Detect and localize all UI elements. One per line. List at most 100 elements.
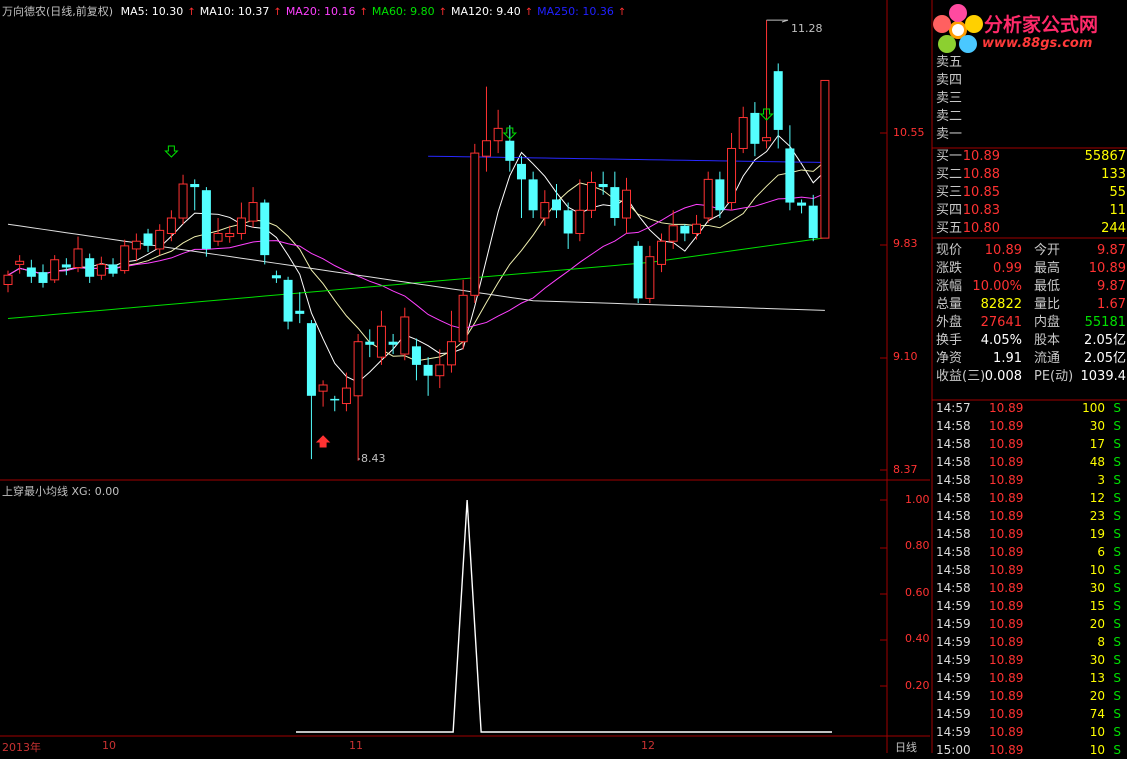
sell-row: 卖四: [933, 72, 1127, 90]
tick-side: S: [1113, 455, 1121, 469]
tick-volume: 30: [1089, 653, 1105, 667]
tick-volume: 19: [1089, 527, 1105, 541]
tick-price: 10.89: [989, 743, 1024, 757]
tick-time: 14:59: [936, 635, 971, 649]
tick-volume: 10: [1089, 743, 1105, 757]
candle-body: [633, 245, 643, 299]
tick-row: 14:58 10.89 30 S: [933, 417, 1127, 435]
quote-value: 82822: [980, 297, 1022, 312]
quote-value: 1.91: [993, 351, 1022, 366]
tick-price: 10.89: [989, 689, 1024, 703]
tick-time: 14:58: [936, 563, 971, 577]
candle-body: [785, 148, 795, 203]
tick-time: 14:58: [936, 419, 971, 433]
candle-body: [493, 127, 503, 142]
quote-label: 换手: [936, 333, 963, 348]
candle-body: [668, 225, 678, 242]
tick-volume: 13: [1089, 671, 1105, 685]
low-annotation: 8.43: [361, 452, 386, 465]
quote-value: 10.00%: [972, 279, 1022, 294]
candle-body: [762, 137, 772, 142]
tick-volume: 20: [1089, 689, 1105, 703]
ma120-line: [7, 223, 825, 311]
buy-row-label: 买五: [936, 221, 963, 236]
quote-label: 现价: [936, 243, 963, 258]
candle-body: [201, 190, 211, 249]
candle-body: [703, 178, 713, 219]
site-logo: 分析家公式网 www.88gs.com: [930, 2, 1126, 58]
tick-price: 10.89: [989, 455, 1024, 469]
down-arrow-icon: [164, 145, 179, 158]
quote-value: 10.89: [984, 243, 1022, 258]
tick-row: 14:59 10.89 13 S: [933, 669, 1127, 687]
tick-row: 14:58 10.89 19 S: [933, 525, 1127, 543]
candle-body: [680, 225, 690, 234]
price-axis-label: 9.83: [893, 237, 918, 251]
candle-body: [820, 79, 830, 239]
stock-title: 万向德农(日线,前复权): [2, 5, 114, 18]
buy-row-label: 买一: [936, 149, 963, 164]
buy-row-price: 10.83: [962, 203, 1000, 218]
tick-price: 10.89: [989, 671, 1024, 685]
tick-row: 14:58 10.89 48 S: [933, 453, 1127, 471]
candle-body: [318, 384, 328, 392]
tick-price: 10.89: [989, 419, 1024, 433]
tick-row: 14:57 10.89 100 S: [933, 399, 1127, 417]
candle-body: [458, 294, 468, 343]
candle-body: [248, 202, 258, 222]
tick-price: 10.89: [989, 653, 1024, 667]
indicator-axis-label: 0.40: [905, 632, 930, 646]
sell-row-label: 卖四: [936, 73, 963, 88]
candle-body: [38, 272, 48, 283]
flower-logo-icon: [933, 4, 983, 53]
tick-side: S: [1113, 545, 1121, 559]
tick-time: 14:58: [936, 437, 971, 451]
buy-row-price: 10.88: [962, 167, 1000, 182]
tick-price: 10.89: [989, 599, 1024, 613]
up-arrow-icon: ↑: [617, 7, 627, 18]
candle-body: [470, 152, 480, 296]
tick-side: S: [1113, 707, 1121, 721]
quote-label: 量比: [1034, 297, 1061, 312]
tick-volume: 30: [1089, 581, 1105, 595]
quote-label: PE(动): [1034, 369, 1074, 384]
tick-volume: 12: [1089, 491, 1105, 505]
tick-row: 14:58 10.89 10 S: [933, 561, 1127, 579]
quote-row: 涨幅 10.00% 最低 9.87: [933, 278, 1127, 296]
buy-row-price: 10.80: [962, 221, 1000, 236]
quote-value: 27641: [980, 315, 1022, 330]
tick-row: 14:58 10.89 3 S: [933, 471, 1127, 489]
date-axis-label: 10: [102, 739, 116, 752]
candle-body: [446, 341, 456, 366]
tick-volume: 23: [1089, 509, 1105, 523]
candle-body: [260, 202, 270, 256]
ma-legend-item: MA120: 9.40: [451, 5, 521, 18]
quote-label: 涨幅: [936, 279, 963, 294]
sell-row-label: 卖一: [936, 127, 963, 142]
quote-label: 收益(三): [936, 369, 986, 384]
tick-row: 14:59 10.89 8 S: [933, 633, 1127, 651]
quote-label: 最低: [1034, 279, 1061, 294]
ma-legend: MA5: 10.30 ↑ MA10: 10.37 ↑ MA20: 10.16 ↑ MA60:…: [121, 5, 631, 18]
up-arrow-icon: ↑: [359, 7, 368, 18]
tick-volume: 10: [1089, 725, 1105, 739]
tick-price: 10.89: [989, 401, 1024, 415]
tick-side: S: [1113, 509, 1121, 523]
tick-volume: 48: [1089, 455, 1105, 469]
tick-price: 10.89: [989, 491, 1024, 505]
candle-body: [365, 341, 375, 345]
candle-body: [411, 346, 421, 365]
candle-body: [610, 187, 620, 219]
candle-body: [727, 147, 737, 204]
candle-body: [551, 199, 561, 211]
tick-price: 10.89: [989, 473, 1024, 487]
ma-legend-item: MA5: 10.30: [120, 5, 184, 18]
tick-time: 14:59: [936, 671, 971, 685]
up-arrow-icon: ↑: [524, 7, 534, 18]
candle-body: [388, 341, 398, 345]
candle-body: [563, 210, 573, 234]
candle-body: [797, 202, 807, 206]
tick-price: 10.89: [989, 617, 1024, 631]
quote-row: 总量 82822 量比 1.67: [933, 296, 1127, 314]
candle-body: [178, 183, 188, 219]
